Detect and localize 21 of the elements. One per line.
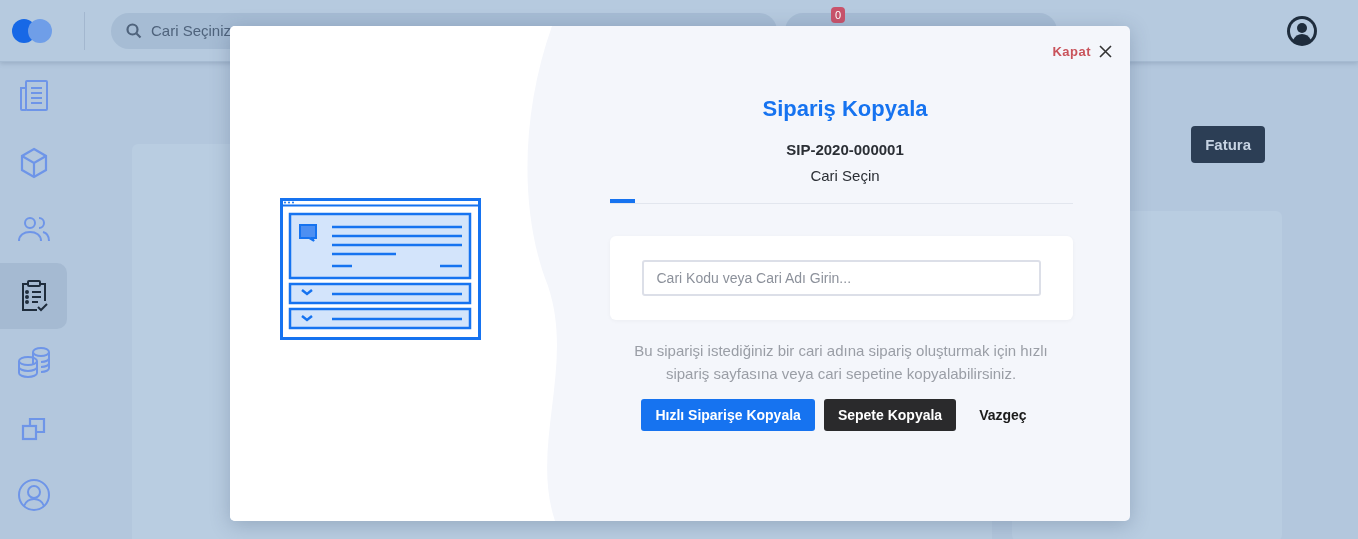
quick-order-copy-button[interactable]: Hızlı Siparişe Kopyala: [641, 399, 815, 431]
user-circle-icon: [17, 479, 50, 512]
close-icon: [1099, 45, 1112, 58]
document-icon: [18, 80, 49, 113]
description-text: Bu siparişi istediğiniz bir cari adına sipariş oluşturmak için hızlı sipariş sayfasına veya cari sepetine kopyalabilirsiniz.: [633, 341, 1049, 384]
cart-copy-button[interactable]: Sepete Kopyala: [823, 399, 957, 431]
coins-icon: [16, 346, 51, 379]
clipboard-checklist-icon: [19, 279, 48, 312]
order-number: SIP-2020-000001: [786, 141, 904, 158]
cart-count-badge: 0: [831, 6, 846, 23]
cube-icon: [18, 146, 49, 179]
users-icon: [17, 216, 50, 243]
close-button[interactable]: Kapat: [1052, 44, 1112, 59]
modal-title: Sipariş Kopyala: [762, 96, 928, 122]
sidebar-item[interactable]: [0, 262, 67, 329]
cancel-button[interactable]: Vazgeç: [965, 399, 1041, 431]
step-title: Cari Seçin: [810, 167, 880, 184]
customer-search-field[interactable]: Cari Kodu veya Cari Adı Girin...: [641, 260, 1041, 296]
copy-icon: [20, 415, 47, 442]
avatar-icon[interactable]: [1286, 14, 1318, 47]
invoice-button[interactable]: Fatura: [1191, 126, 1265, 163]
